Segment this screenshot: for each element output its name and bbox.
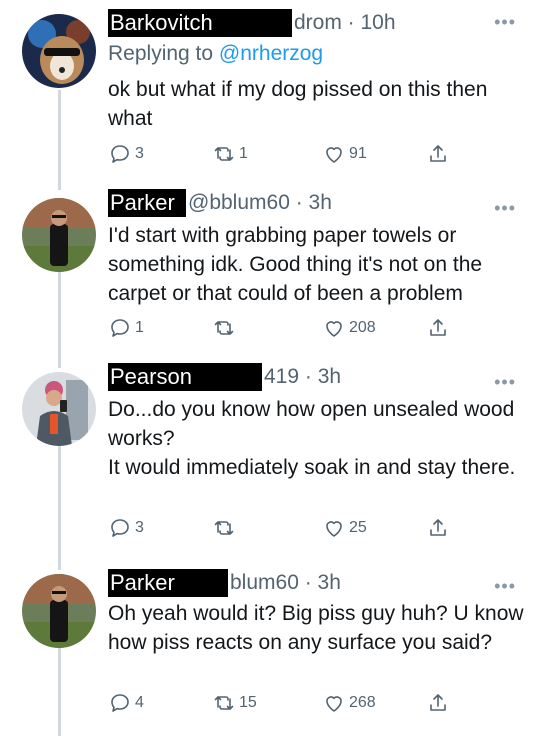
like-icon: [326, 696, 342, 712]
retweet-count: 1: [239, 145, 248, 162]
tweet-text-paragraph: Oh yeah would it? Big piss guy huh? U kn…: [108, 602, 524, 654]
tweet-text: I'd start with grabbing paper towels or …: [108, 221, 528, 308]
share-button[interactable]: [426, 514, 453, 542]
like-button[interactable]: 91: [322, 140, 367, 168]
tweet-header: Pearson 419 · 3h: [108, 362, 341, 392]
tweet-actions: 3 1 91: [108, 140, 448, 168]
tweet-header: Parker blum60 · 3h: [108, 568, 341, 598]
tweet[interactable]: Parker blum60 · 3h ••• Oh yeah would it?…: [0, 566, 540, 736]
like-count: 91: [349, 145, 367, 162]
replying-to: Replying to @nrherzog: [108, 42, 323, 66]
share-icon: [430, 319, 446, 336]
avatar-image: [22, 574, 96, 648]
tweet-actions: 4 15 268: [108, 689, 448, 717]
replying-to-link[interactable]: @nrherzog: [219, 42, 323, 65]
reply-icon: [111, 694, 129, 712]
retweet-button[interactable]: 15: [212, 689, 257, 717]
retweet-button[interactable]: 1: [212, 140, 248, 168]
reply-icon: [111, 519, 129, 537]
display-name[interactable]: Parker: [108, 569, 228, 597]
reply-button[interactable]: 3: [108, 140, 144, 168]
avatar[interactable]: [22, 372, 96, 446]
like-icon: [326, 521, 342, 537]
reply-button[interactable]: 1: [108, 314, 144, 342]
tweet-text-paragraph: It would immediately soak in and stay th…: [108, 456, 516, 479]
reply-count: 1: [135, 319, 144, 336]
reply-count: 3: [135, 519, 144, 536]
tweet-text: ok but what if my dog pissed on this the…: [108, 75, 528, 133]
handle-time: blum60 · 3h: [230, 571, 341, 594]
tweet[interactable]: Barkovitch drom · 10h ••• Replying to @n…: [0, 0, 540, 190]
reply-count: 3: [135, 145, 144, 162]
display-name[interactable]: Barkovitch: [108, 9, 292, 37]
tweet[interactable]: Pearson 419 · 3h ••• Do...do you know ho…: [0, 362, 540, 566]
reply-icon: [111, 145, 129, 163]
reply-button[interactable]: 3: [108, 514, 144, 542]
share-icon: [430, 694, 446, 711]
share-icon: [430, 519, 446, 536]
display-name[interactable]: Pearson: [108, 363, 262, 391]
retweet-button[interactable]: [212, 514, 239, 542]
tweet-text-paragraph: ok but what if my dog pissed on this the…: [108, 78, 488, 130]
handle-time: drom · 10h: [294, 11, 396, 34]
tweet-header: Barkovitch drom · 10h: [108, 8, 396, 38]
reply-icon: [111, 319, 129, 337]
like-count: 25: [349, 519, 367, 536]
handle-time: @bblum60 · 3h: [188, 191, 332, 214]
reply-count: 4: [135, 694, 144, 711]
tweet-actions: 3 25: [108, 514, 448, 542]
like-count: 268: [349, 694, 376, 711]
like-icon: [326, 321, 342, 337]
retweet-icon: [214, 696, 234, 710]
avatar-image: [22, 372, 96, 446]
tweet[interactable]: Parker @bblum60 · 3h ••• I'd start with …: [0, 188, 540, 366]
tweet-text: Do...do you know how open unsealed wood …: [108, 395, 528, 482]
more-icon[interactable]: •••: [494, 372, 516, 393]
like-button[interactable]: 25: [322, 514, 367, 542]
tweet-header: Parker @bblum60 · 3h: [108, 188, 332, 218]
retweet-icon: [214, 521, 234, 535]
like-button[interactable]: 208: [322, 314, 376, 342]
tweet-actions: 1 208: [108, 314, 448, 342]
share-icon: [430, 145, 446, 162]
display-name[interactable]: Parker: [108, 189, 186, 217]
like-icon: [326, 147, 342, 163]
avatar[interactable]: [22, 14, 96, 88]
like-button[interactable]: 268: [322, 689, 376, 717]
retweet-button[interactable]: [212, 314, 239, 342]
reply-button[interactable]: 4: [108, 689, 144, 717]
avatar-image: [22, 14, 96, 88]
avatar[interactable]: [22, 574, 96, 648]
more-icon[interactable]: •••: [494, 576, 516, 597]
handle-time: 419 · 3h: [264, 365, 342, 388]
more-icon[interactable]: •••: [494, 12, 516, 33]
share-button[interactable]: [426, 314, 453, 342]
avatar[interactable]: [22, 198, 96, 272]
more-icon[interactable]: •••: [494, 198, 516, 219]
replying-to-prefix: Replying to: [108, 42, 219, 65]
share-button[interactable]: [426, 140, 453, 168]
like-count: 208: [349, 319, 376, 336]
retweet-icon: [214, 321, 234, 335]
tweet-text-paragraph: Do...do you know how open unsealed wood …: [108, 398, 515, 450]
avatar-image: [22, 198, 96, 272]
tweet-text: Oh yeah would it? Big piss guy huh? U kn…: [108, 599, 528, 657]
retweet-count: 15: [239, 694, 257, 711]
share-button[interactable]: [426, 689, 453, 717]
retweet-icon: [214, 147, 234, 161]
tweet-text-paragraph: I'd start with grabbing paper towels or …: [108, 224, 483, 305]
